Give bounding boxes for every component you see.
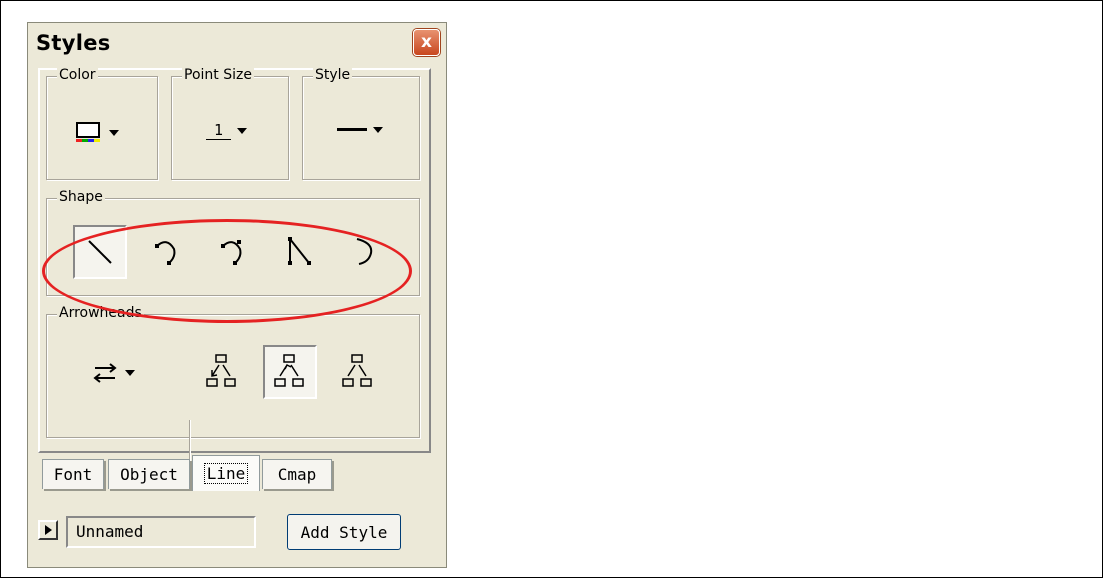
point-size-dropdown[interactable]: 1 (206, 121, 248, 140)
shape-group-label: Shape (57, 189, 105, 205)
color-dropdown[interactable] (75, 121, 119, 145)
style-group: Style (302, 67, 420, 180)
expand-arrow-button[interactable] (38, 520, 58, 540)
chevron-down-icon (237, 127, 248, 134)
no-arrows-icon (342, 354, 372, 387)
close-button[interactable]: x (413, 29, 440, 56)
tab-cmap-label: Cmap (277, 465, 317, 484)
window-title: Styles (36, 31, 111, 55)
arrow-to-left-child-button[interactable] (195, 345, 249, 399)
color-picker-icon (76, 122, 100, 142)
arrow-to-all-children-button[interactable] (263, 345, 317, 399)
solid-line-icon (337, 128, 367, 131)
style-group-label: Style (313, 67, 353, 83)
chevron-down-icon (109, 130, 119, 136)
style-name-input[interactable]: Unnamed (66, 516, 256, 548)
line-style-dropdown[interactable] (337, 127, 383, 133)
tab-cmap[interactable]: Cmap (262, 459, 332, 489)
point-size-group: Point Size 1 (171, 67, 289, 180)
no-arrows-button[interactable] (331, 345, 385, 399)
point-size-value: 1 (206, 121, 232, 140)
tab-line[interactable]: Line (192, 455, 260, 491)
styles-window: Styles x Color Point Size 1 Style Shape … (27, 22, 447, 568)
tab-font[interactable]: Font (42, 459, 104, 489)
point-size-group-label: Point Size (182, 67, 254, 83)
chevron-down-icon (373, 127, 383, 133)
tab-object-label: Object (120, 465, 178, 484)
highlight-ellipse (42, 219, 412, 323)
arrowheads-group: Arrowheads (46, 305, 420, 438)
tab-object[interactable]: Object (108, 459, 190, 489)
color-group: Color (46, 67, 158, 180)
arrow-direction-dropdown[interactable] (93, 361, 135, 385)
arrow-to-all-children-icon (274, 354, 304, 387)
tab-line-label: Line (203, 463, 249, 484)
arrow-direction-icon (93, 363, 117, 383)
title-bar[interactable]: Styles x (28, 23, 446, 65)
tab-font-label: Font (53, 465, 93, 484)
arrow-to-left-child-icon (206, 354, 236, 387)
add-style-button[interactable]: Add Style (287, 514, 401, 550)
color-group-label: Color (57, 67, 98, 83)
chevron-down-icon (125, 370, 135, 376)
